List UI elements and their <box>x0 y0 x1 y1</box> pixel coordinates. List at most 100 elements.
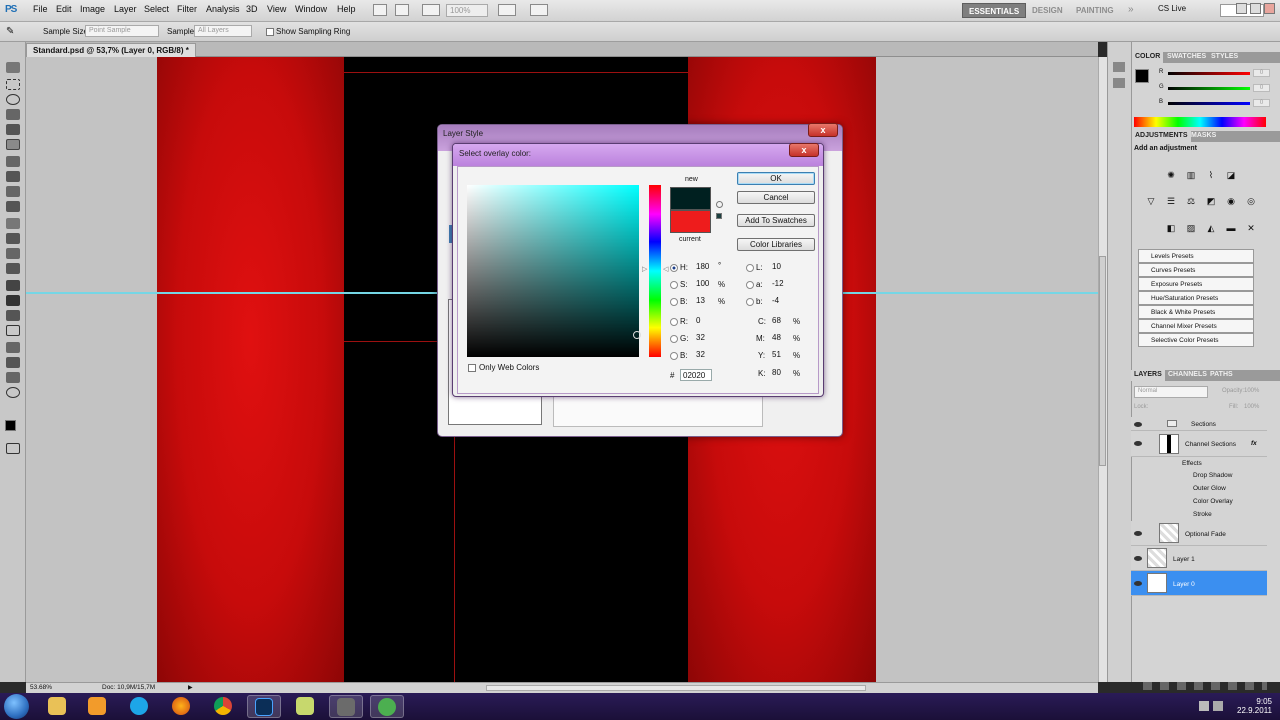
color-r-value[interactable]: 0 <box>1253 69 1270 77</box>
document-tab[interactable]: Standard.psd @ 53,7% (Layer 0, RGB/8) * <box>26 43 196 57</box>
tab-masks[interactable]: MASKS <box>1188 131 1219 142</box>
menu-window[interactable]: Window <box>295 4 327 14</box>
more-workspaces-icon[interactable]: » <box>1128 4 1134 15</box>
threshold-icon[interactable]: ◭ <box>1205 223 1217 234</box>
blue-input[interactable]: 32 <box>694 349 722 361</box>
dodge-tool-icon[interactable] <box>6 263 20 274</box>
type-tool-icon[interactable] <box>6 295 20 306</box>
brush-tool-icon[interactable] <box>6 171 20 182</box>
gamut-warning-icon[interactable] <box>716 201 723 208</box>
black-white-icon[interactable]: ◩ <box>1205 196 1217 207</box>
ok-button[interactable]: OK <box>737 172 815 185</box>
foreground-color-swatch[interactable] <box>5 420 16 431</box>
invert-icon[interactable]: ◧ <box>1165 223 1177 234</box>
taskbar-tool[interactable] <box>329 695 363 718</box>
layer-channel-sections[interactable]: Channel Sections fx <box>1131 431 1267 457</box>
color-g-value[interactable]: 0 <box>1253 84 1270 92</box>
tab-channels[interactable]: CHANNELS <box>1165 370 1210 381</box>
show-ring-checkbox[interactable] <box>266 28 274 36</box>
blur-tool-icon[interactable] <box>6 248 20 259</box>
preset-exposure[interactable]: Exposure Presets <box>1138 277 1254 291</box>
color-libraries-button[interactable]: Color Libraries <box>737 238 815 251</box>
hand-tool-icon[interactable] <box>6 372 20 383</box>
layer-optional-fade[interactable]: Optional Fade <box>1131 521 1267 546</box>
zoom-level-field[interactable]: 100% <box>446 4 488 17</box>
effects-fx-icon[interactable]: fx <box>1251 440 1257 447</box>
history-brush-icon[interactable] <box>6 201 20 212</box>
cancel-button[interactable]: Cancel <box>737 191 815 204</box>
vibrance-icon[interactable]: ▽ <box>1145 196 1157 207</box>
workspace-essentials[interactable]: ESSENTIALS <box>962 3 1027 18</box>
preset-channel-mixer[interactable]: Channel Mixer Presets <box>1138 319 1254 333</box>
visibility-eye-icon[interactable] <box>1134 531 1142 536</box>
curves-icon[interactable]: ⌇ <box>1205 170 1217 181</box>
lasso-tool-icon[interactable] <box>6 94 20 105</box>
taskbar-chrome[interactable] <box>206 695 240 718</box>
hue-saturation-icon[interactable]: ☰ <box>1165 196 1177 207</box>
hex-input[interactable]: 02020 <box>680 369 712 381</box>
taskbar-recorder[interactable] <box>370 695 404 718</box>
screen-mode-icon[interactable] <box>530 4 548 16</box>
hue-slider-left-arrow[interactable]: ▷ <box>642 265 647 273</box>
only-web-colors-checkbox[interactable] <box>468 364 476 372</box>
taskbar-firefox[interactable] <box>164 695 198 718</box>
visibility-eye-icon[interactable] <box>1134 581 1142 586</box>
levels-icon[interactable]: ▥ <box>1185 170 1197 181</box>
selective-color-icon[interactable]: ✕ <box>1245 223 1257 234</box>
effect-drop-shadow[interactable]: Drop Shadow <box>1193 472 1232 479</box>
status-menu-arrow-icon[interactable]: ▶ <box>188 684 193 691</box>
taskbar-photoshop[interactable] <box>247 695 281 718</box>
extras-icon[interactable] <box>422 4 440 16</box>
network-icon[interactable] <box>1199 701 1209 711</box>
effect-stroke[interactable]: Stroke <box>1193 511 1212 518</box>
brightness-radio[interactable] <box>670 298 678 306</box>
pen-tool-icon[interactable] <box>6 280 20 291</box>
quick-select-tool-icon[interactable] <box>6 109 20 120</box>
workspace-painting[interactable]: PAINTING <box>1070 3 1120 18</box>
a-radio[interactable] <box>746 281 754 289</box>
layer-group-sections[interactable]: Sections <box>1131 417 1267 431</box>
menu-filter[interactable]: Filter <box>177 4 197 14</box>
tab-swatches[interactable]: SWATCHES <box>1164 52 1209 63</box>
gradient-map-icon[interactable]: ▬ <box>1225 223 1237 234</box>
panel-foreground-swatch[interactable] <box>1135 69 1149 83</box>
close-icon[interactable] <box>1264 3 1275 14</box>
eraser-tool-icon[interactable] <box>6 218 20 229</box>
status-zoom[interactable]: 53.68% <box>30 684 52 691</box>
taskbar-clock[interactable]: 9:05 22.9.2011 <box>1228 697 1272 715</box>
blue-slider[interactable] <box>1168 102 1250 105</box>
menu-layer[interactable]: Layer <box>114 4 137 14</box>
color-ramp[interactable] <box>1134 117 1266 127</box>
color-balance-icon[interactable]: ⚖ <box>1185 196 1197 207</box>
visibility-eye-icon[interactable] <box>1134 441 1142 446</box>
menu-image[interactable]: Image <box>80 4 105 14</box>
exposure-icon[interactable]: ◪ <box>1225 170 1237 181</box>
path-select-tool-icon[interactable] <box>6 310 20 321</box>
visibility-eye-icon[interactable] <box>1134 556 1142 561</box>
3d-orbit-tool-icon[interactable] <box>6 357 20 368</box>
color-picker-close-button[interactable]: x <box>789 143 819 157</box>
menu-help[interactable]: Help <box>337 4 356 14</box>
preset-levels[interactable]: Levels Presets <box>1138 249 1254 263</box>
tab-styles[interactable]: STYLES <box>1208 52 1241 63</box>
preset-black-white[interactable]: Black & White Presets <box>1138 305 1254 319</box>
menu-analysis[interactable]: Analysis <box>206 4 240 14</box>
menu-view[interactable]: View <box>267 4 286 14</box>
start-button[interactable] <box>4 694 29 719</box>
b-lab-radio[interactable] <box>746 298 754 306</box>
blue-radio[interactable] <box>670 352 678 360</box>
posterize-icon[interactable]: ▨ <box>1185 223 1197 234</box>
b-lab-input[interactable]: -4 <box>770 295 798 307</box>
tab-layers[interactable]: LAYERS <box>1131 370 1165 381</box>
horizontal-scrollbar[interactable] <box>486 685 866 691</box>
healing-tool-icon[interactable] <box>6 156 20 167</box>
quick-mask-icon[interactable] <box>6 443 20 454</box>
taskbar-media[interactable] <box>80 695 114 718</box>
saturation-brightness-field[interactable] <box>467 185 641 357</box>
taskbar-skype[interactable] <box>122 695 156 718</box>
color-field-cursor[interactable] <box>633 331 641 339</box>
menu-file[interactable]: File <box>33 4 48 14</box>
tab-adjustments[interactable]: ADJUSTMENTS <box>1132 131 1191 142</box>
opacity-value[interactable]: 100% <box>1244 388 1259 394</box>
tab-paths[interactable]: PATHS <box>1207 370 1236 381</box>
